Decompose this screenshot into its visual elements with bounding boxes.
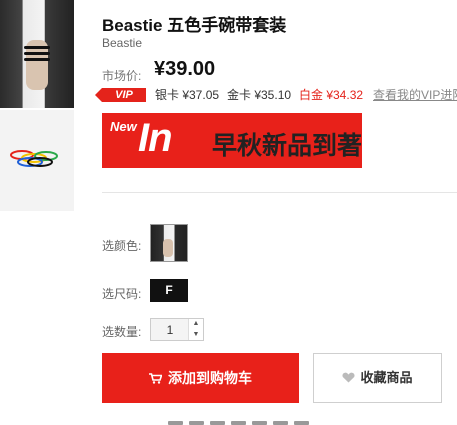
quantity-arrows: ▲ ▼ (188, 319, 203, 340)
share-icon[interactable] (273, 421, 288, 425)
color-option-swatch[interactable] (150, 224, 188, 262)
share-icon[interactable] (189, 421, 204, 425)
favorite-label: 收藏商品 (360, 370, 413, 385)
share-icon[interactable] (210, 421, 225, 425)
chevron-up-icon[interactable]: ▲ (189, 319, 203, 329)
quantity-stepper: ▲ ▼ (150, 318, 204, 341)
price-label: 市场价: (102, 69, 142, 83)
product-price: ¥39.00 (154, 58, 216, 80)
cart-icon (149, 373, 163, 384)
wristbands-image (10, 150, 58, 167)
wristband-stroke (24, 58, 50, 61)
banner-new-label: New (110, 119, 137, 134)
add-to-cart-label: 添加到购物车 (168, 370, 252, 386)
color-label: 选颜色: (102, 239, 142, 253)
chevron-down-icon[interactable]: ▼ (189, 330, 203, 340)
product-brand[interactable]: Beastie (102, 36, 142, 50)
vip-badge: VIP (95, 88, 146, 102)
platinum-price: 白金 ¥34.32 (299, 88, 364, 102)
add-to-cart-button[interactable]: 添加到购物车 (102, 353, 299, 403)
banner-in-label: In (138, 116, 173, 160)
share-icon[interactable] (168, 421, 183, 425)
size-option-f[interactable]: F (150, 279, 188, 302)
share-icon[interactable] (231, 421, 246, 425)
wristband-stroke (24, 52, 50, 55)
product-title: Beastie 五色手碗带套装 (102, 16, 287, 35)
divider (102, 192, 457, 193)
share-icon[interactable] (252, 421, 267, 425)
promo-banner[interactable]: New In 早秋新品到著 (102, 113, 362, 168)
gold-price: 金卡 ¥35.10 (227, 88, 292, 102)
share-icon[interactable] (294, 421, 309, 425)
thumbnail-wristbands[interactable] (0, 110, 74, 211)
wristband-stroke (24, 46, 50, 49)
size-label: 选尺码: (102, 287, 142, 301)
banner-text: 早秋新品到著 (212, 132, 362, 160)
vip-upgrade-link[interactable]: 查看我的VIP进阶 (373, 87, 457, 103)
favorite-button[interactable]: 收藏商品 (313, 353, 442, 403)
quantity-input[interactable] (151, 319, 189, 340)
silver-price: 银卡 ¥37.05 (155, 88, 220, 102)
thumbnail-model-wrist[interactable] (0, 0, 74, 108)
heart-icon (342, 372, 356, 383)
quantity-label: 选数量: (102, 325, 142, 339)
